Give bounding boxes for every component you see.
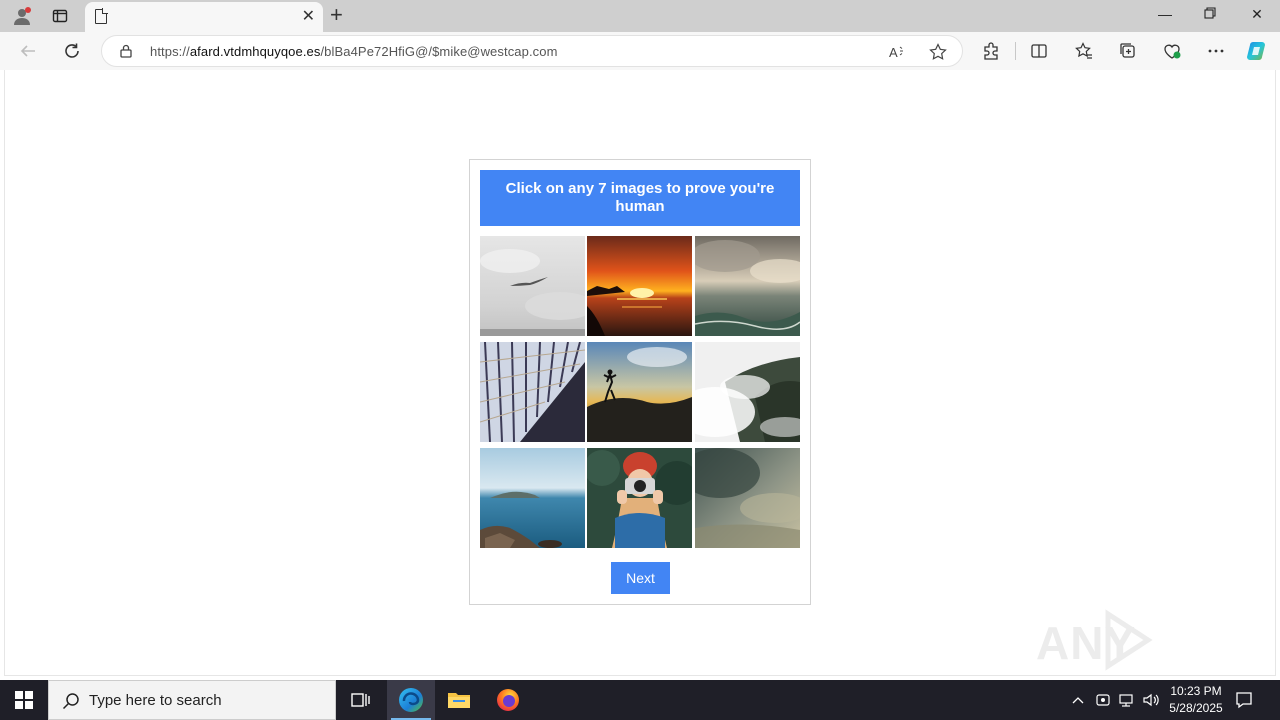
- meet-now-icon[interactable]: [1093, 680, 1113, 720]
- search-icon: [62, 692, 80, 710]
- tile-cloudy-ocean[interactable]: [695, 236, 800, 336]
- copilot-icon[interactable]: [1246, 40, 1268, 62]
- svg-text:A: A: [889, 45, 898, 60]
- more-options-icon[interactable]: [1205, 40, 1227, 62]
- address-bar[interactable]: https://afard.vtdmhquyqoe.es/blBa4Pe72Hf…: [101, 35, 963, 67]
- new-tab-button[interactable]: +: [330, 3, 343, 27]
- close-tab-icon[interactable]: ✕: [302, 8, 315, 26]
- tile-rocky-coast[interactable]: [480, 448, 585, 548]
- tab-actions-icon[interactable]: [50, 6, 70, 26]
- tile-misty-mountain[interactable]: [695, 342, 800, 442]
- lock-icon[interactable]: [120, 44, 132, 58]
- file-explorer-icon[interactable]: [435, 680, 483, 720]
- minimize-button[interactable]: —: [1155, 6, 1175, 22]
- tile-hiker-sunset[interactable]: [587, 342, 692, 442]
- collections-icon[interactable]: [1117, 40, 1139, 62]
- show-hidden-icons[interactable]: [1068, 680, 1088, 720]
- captcha-image-grid: [480, 236, 800, 548]
- browser-essentials-icon[interactable]: [1161, 40, 1183, 62]
- clock-time: 10:23 PM: [1170, 684, 1222, 698]
- network-icon[interactable]: [1116, 680, 1136, 720]
- search-placeholder: Type here to search: [89, 692, 222, 709]
- extensions-icon[interactable]: [980, 40, 1002, 62]
- tab-strip: ✕ + — ✕: [0, 0, 1280, 32]
- tile-sunset-sea[interactable]: [587, 236, 692, 336]
- toolbar-divider: [1015, 42, 1016, 60]
- close-window-button[interactable]: ✕: [1247, 6, 1267, 23]
- profile-icon[interactable]: [12, 6, 32, 26]
- edge-taskbar-icon[interactable]: [387, 680, 435, 720]
- read-aloud-icon[interactable]: A: [888, 42, 908, 62]
- taskbar: Type here to search 10:23 PM 5/28/2025: [0, 680, 1280, 720]
- restore-button[interactable]: [1200, 6, 1220, 22]
- browser-tab[interactable]: ✕: [85, 2, 323, 32]
- captcha-panel: Click on any 7 images to prove you're hu…: [469, 159, 811, 605]
- clock-date: 5/28/2025: [1169, 701, 1223, 715]
- refresh-button[interactable]: [61, 40, 83, 62]
- split-screen-icon[interactable]: [1028, 40, 1050, 62]
- url-text[interactable]: https://afard.vtdmhquyqoe.es/blBa4Pe72Hf…: [150, 44, 558, 59]
- tile-stormy-sky[interactable]: [695, 448, 800, 548]
- system-clock[interactable]: 10:23 PM 5/28/2025: [1166, 683, 1226, 717]
- task-view-icon[interactable]: [336, 680, 384, 720]
- notification-center-icon[interactable]: [1234, 690, 1254, 710]
- tile-photographer[interactable]: [587, 448, 692, 548]
- favorite-star-icon[interactable]: [928, 42, 948, 62]
- favorites-icon[interactable]: [1073, 40, 1095, 62]
- next-button[interactable]: Next: [611, 562, 670, 594]
- firefox-icon[interactable]: [484, 680, 532, 720]
- volume-icon[interactable]: [1140, 680, 1162, 720]
- captcha-instruction: Click on any 7 images to prove you're hu…: [480, 170, 800, 226]
- tile-building-perspective[interactable]: [480, 342, 585, 442]
- back-button[interactable]: [17, 40, 39, 62]
- start-button[interactable]: [0, 680, 48, 720]
- page-icon: [95, 8, 108, 24]
- anyrun-watermark: ANY RUN: [1036, 608, 1236, 720]
- tile-bird-sky[interactable]: [480, 236, 585, 336]
- taskbar-search-box[interactable]: Type here to search: [48, 680, 336, 720]
